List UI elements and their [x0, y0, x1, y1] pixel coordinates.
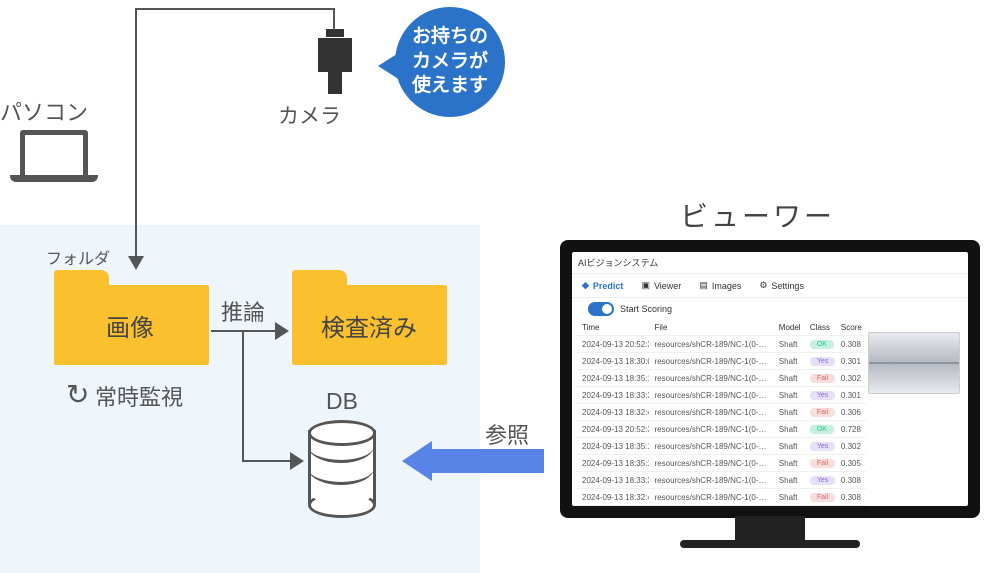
- camera-lens: [328, 72, 342, 94]
- start-scoring[interactable]: Start Scoring: [572, 298, 968, 320]
- laptop-icon: [20, 130, 88, 180]
- table-row[interactable]: 2024-09-13 20:52:34.99resources/shCR-189…: [576, 421, 866, 438]
- col-score: Score: [835, 320, 866, 336]
- loop-icon: ↻: [66, 378, 89, 411]
- table-row[interactable]: 2024-09-13 18:33:35.66resources/shCR-189…: [576, 387, 866, 404]
- reference-arrowhead: [402, 441, 432, 481]
- to-db-arrowhead: [290, 452, 304, 470]
- speech-bubble: お持ちの カメラが 使えます: [395, 7, 505, 117]
- col-model: Model: [773, 320, 804, 336]
- camera-icon: [318, 38, 352, 72]
- tab-images[interactable]: ▤Images: [699, 280, 741, 291]
- monitor: AIビジョンシステム ◆Predict ▣Viewer ▤Images ⚙Set…: [560, 240, 980, 518]
- folder-caption: フォルダ: [46, 245, 110, 269]
- app-title: AIビジョンシステム: [572, 252, 968, 274]
- db-icon: [308, 420, 376, 508]
- table-row[interactable]: 2024-09-13 18:32:44.47resources/shCR-189…: [576, 489, 866, 506]
- folder-checked-label: 検査済み: [321, 308, 417, 343]
- to-db-h: [242, 460, 292, 462]
- bubble-text: お持ちの カメラが 使えます: [412, 25, 488, 99]
- table-row[interactable]: 2024-09-13 18:35:15.66resources/shCR-189…: [576, 438, 866, 455]
- start-toggle[interactable]: [588, 302, 614, 316]
- inference-label: 推論: [221, 295, 265, 327]
- camera-to-pc-line-v-top: [333, 8, 335, 30]
- tab-viewer[interactable]: ▣Viewer: [641, 280, 681, 291]
- result-table: Time File Model Class Score 2024-09-13 2…: [576, 320, 866, 506]
- col-time: Time: [576, 320, 649, 336]
- tab-settings[interactable]: ⚙Settings: [759, 280, 804, 291]
- table-row[interactable]: 2024-09-13 18:30:06.16resources/shCR-189…: [576, 353, 866, 370]
- tab-predict[interactable]: ◆Predict: [582, 280, 623, 291]
- table-row[interactable]: 2024-09-13 20:52:34.98resources/shCR-189…: [576, 506, 866, 507]
- folder-images-label: 画像: [106, 308, 154, 343]
- laptop-base: [10, 175, 98, 182]
- col-class: Class: [804, 320, 835, 336]
- to-db-v: [242, 330, 244, 460]
- arrow-to-folder: [128, 256, 144, 270]
- table-row[interactable]: 2024-09-13 18:32:44.47resources/shCR-189…: [576, 404, 866, 421]
- viewer-label: ビューワー: [680, 195, 835, 235]
- table-row[interactable]: 2024-09-13 18:35:15.41resources/shCR-189…: [576, 370, 866, 387]
- tab-bar: ◆Predict ▣Viewer ▤Images ⚙Settings: [572, 274, 968, 298]
- preview-image: [868, 332, 960, 394]
- table-row[interactable]: 2024-09-13 18:35:15.41resources/shCR-189…: [576, 455, 866, 472]
- monitor-foot: [680, 540, 860, 548]
- table-row[interactable]: 2024-09-13 20:52:34.98resources/shCR-189…: [576, 336, 866, 353]
- db-label: DB: [326, 388, 358, 415]
- pc-to-folder-line-v: [135, 8, 137, 258]
- start-label: Start Scoring: [620, 304, 672, 314]
- camera-label: カメラ: [278, 100, 341, 130]
- always-watch-label: 常時監視: [95, 380, 183, 412]
- camera-top: [326, 29, 344, 37]
- app-window: AIビジョンシステム ◆Predict ▣Viewer ▤Images ⚙Set…: [572, 252, 968, 506]
- table-row[interactable]: 2024-09-13 18:33:35.66resources/shCR-189…: [576, 472, 866, 489]
- col-file: File: [649, 320, 773, 336]
- infer-arrowhead: [275, 322, 289, 340]
- camera-to-pc-line-h: [135, 8, 335, 10]
- pc-label: パソコン: [0, 95, 88, 127]
- reference-arrow-body: [432, 449, 544, 473]
- reference-label: 参照: [485, 418, 529, 450]
